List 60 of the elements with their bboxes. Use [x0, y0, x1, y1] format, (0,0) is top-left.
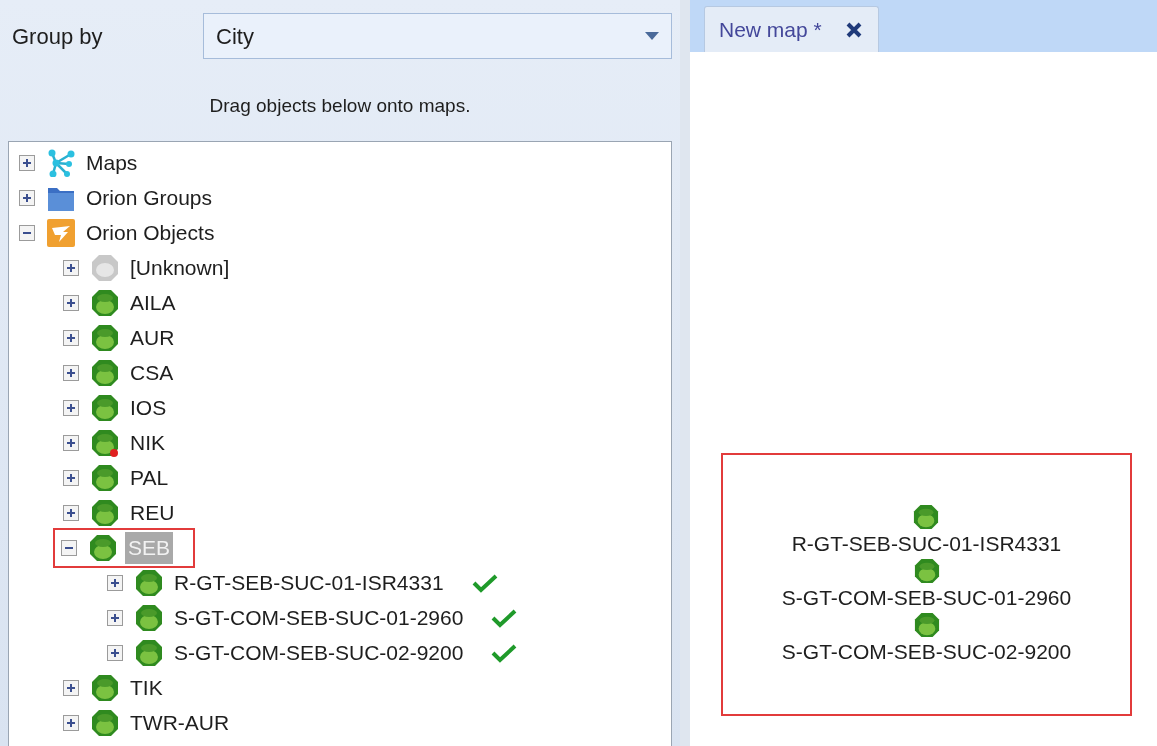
- map-node-label: R-GT-SEB-SUC-01-ISR4331: [791, 530, 1062, 557]
- tree-item[interactable]: S-GT-COM-SEB-SUC-01-2960: [171, 602, 467, 634]
- tree-item[interactable]: Maps: [83, 147, 141, 179]
- collapse-icon[interactable]: [19, 225, 35, 241]
- status-up-icon: [91, 674, 119, 702]
- map-node-label: S-GT-COM-SEB-SUC-01-2960: [781, 584, 1072, 611]
- status-up-icon: [135, 604, 163, 632]
- expand-icon[interactable]: [63, 680, 79, 696]
- orion-icon: [47, 219, 75, 247]
- tree-item[interactable]: R-GT-SEB-SUC-01-ISR4331: [171, 567, 447, 599]
- status-up-icon: [912, 503, 941, 530]
- status-up-icon: [91, 499, 119, 527]
- status-up-icon: [912, 611, 941, 638]
- status-up-icon: [91, 394, 119, 422]
- status-up-icon: [91, 709, 119, 737]
- expand-icon[interactable]: [63, 715, 79, 731]
- group-by-label: Group by: [11, 22, 104, 51]
- map-node-label: S-GT-COM-SEB-SUC-02-9200: [781, 638, 1072, 665]
- expand-icon[interactable]: [63, 435, 79, 451]
- status-up-icon: [135, 569, 163, 597]
- expand-icon[interactable]: [63, 260, 79, 276]
- status-alert-icon: [91, 429, 119, 457]
- map-tab[interactable]: New map *: [704, 6, 879, 52]
- tree-item[interactable]: S-GT-COM-SEB-SUC-02-9200: [171, 637, 467, 669]
- hint-text: Drag objects below onto maps.: [208, 94, 472, 118]
- expand-icon[interactable]: [63, 295, 79, 311]
- status-unknown-icon: [91, 254, 119, 282]
- expand-icon[interactable]: [107, 645, 123, 661]
- expand-icon[interactable]: [63, 400, 79, 416]
- tree-item[interactable]: AUR: [127, 322, 178, 354]
- network-icon: [47, 149, 75, 177]
- tree-item[interactable]: NIK: [127, 427, 168, 459]
- status-up-icon: [91, 289, 119, 317]
- status-up-icon: [91, 324, 119, 352]
- tree-item[interactable]: Orion Objects: [83, 217, 218, 249]
- expand-icon[interactable]: [107, 610, 123, 626]
- status-up-icon: [91, 464, 119, 492]
- tree-item[interactable]: [Unknown]: [127, 252, 233, 284]
- tree-item[interactable]: IOS: [127, 392, 170, 424]
- tree-item[interactable]: Orion Groups: [83, 182, 216, 214]
- status-up-icon: [135, 639, 163, 667]
- tree-item[interactable]: TWR-AUR: [127, 707, 233, 739]
- status-up-icon: [89, 534, 117, 562]
- expand-icon[interactable]: [63, 330, 79, 346]
- tree-item[interactable]: REU: [127, 497, 178, 529]
- tree-item[interactable]: TIK: [127, 672, 166, 704]
- expand-icon[interactable]: [63, 505, 79, 521]
- group-by-dropdown[interactable]: City: [203, 13, 672, 59]
- expand-icon[interactable]: [63, 365, 79, 381]
- dropdown-arrow-icon: [645, 32, 659, 40]
- status-up-icon: [912, 557, 941, 584]
- collapse-icon[interactable]: [61, 540, 77, 556]
- tree-item[interactable]: AILA: [127, 287, 179, 319]
- expand-icon[interactable]: [19, 190, 35, 206]
- expand-icon[interactable]: [107, 575, 123, 591]
- tree-item[interactable]: PAL: [127, 462, 172, 494]
- expand-icon[interactable]: [63, 470, 79, 486]
- status-up-icon: [91, 359, 119, 387]
- expand-icon[interactable]: [19, 155, 35, 171]
- tree-item[interactable]: CSA: [127, 357, 177, 389]
